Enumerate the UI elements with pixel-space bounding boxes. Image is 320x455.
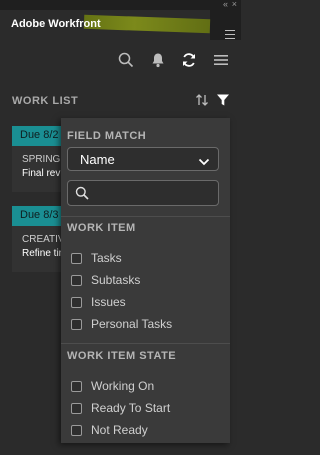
- checkbox-label: Ready To Start: [91, 401, 171, 415]
- text-highlight-mark: [83, 14, 211, 34]
- chevron-down-icon: [198, 154, 210, 172]
- checkbox[interactable]: [71, 381, 82, 392]
- work-item-title: WORK ITEM: [67, 222, 136, 234]
- filter-search-input[interactable]: [67, 180, 219, 206]
- checkbox-label: Issues: [91, 295, 126, 309]
- filter-icon[interactable]: [216, 93, 234, 111]
- checkbox-label: Subtasks: [91, 273, 141, 287]
- checkbox-label: Tasks: [91, 251, 122, 265]
- panel-menu-icon[interactable]: [225, 30, 235, 39]
- checkbox[interactable]: [71, 319, 82, 330]
- checkbox[interactable]: [71, 403, 82, 414]
- panel-tab-bar: Adobe Workfront: [0, 10, 241, 40]
- checkbox[interactable]: [71, 253, 82, 264]
- panel-tab[interactable]: Adobe Workfront: [0, 10, 211, 40]
- collapse-panel-icon[interactable]: «: [223, 0, 228, 9]
- search-icon[interactable]: [118, 52, 136, 70]
- work-item-state-title: WORK ITEM STATE: [67, 350, 177, 362]
- checkbox-label: Personal Tasks: [91, 317, 173, 331]
- worklist-title: WORK LIST: [12, 95, 79, 107]
- field-match-value: Name: [80, 152, 115, 167]
- checkbox-label: Working On: [91, 379, 155, 393]
- refresh-icon[interactable]: [181, 52, 199, 70]
- field-match-title: FIELD MATCH: [67, 130, 147, 142]
- panel-top-strip: « ×: [0, 0, 241, 10]
- checkbox[interactable]: [71, 275, 82, 286]
- divider: [61, 343, 230, 344]
- filter-panel: FIELD MATCH Name WORK ITEM Tasks Subtask…: [61, 118, 230, 443]
- checkbox-label: Not Ready: [91, 423, 148, 437]
- search-icon: [75, 186, 89, 200]
- divider: [61, 216, 230, 217]
- checkbox[interactable]: [71, 425, 82, 436]
- sort-icon[interactable]: [195, 93, 213, 111]
- panel-title: Adobe Workfront: [11, 18, 101, 30]
- bell-icon[interactable]: [150, 52, 168, 70]
- checkbox[interactable]: [71, 297, 82, 308]
- field-match-select[interactable]: Name: [67, 147, 219, 171]
- close-panel-icon[interactable]: ×: [232, 0, 237, 9]
- hamburger-menu-icon[interactable]: [213, 52, 231, 70]
